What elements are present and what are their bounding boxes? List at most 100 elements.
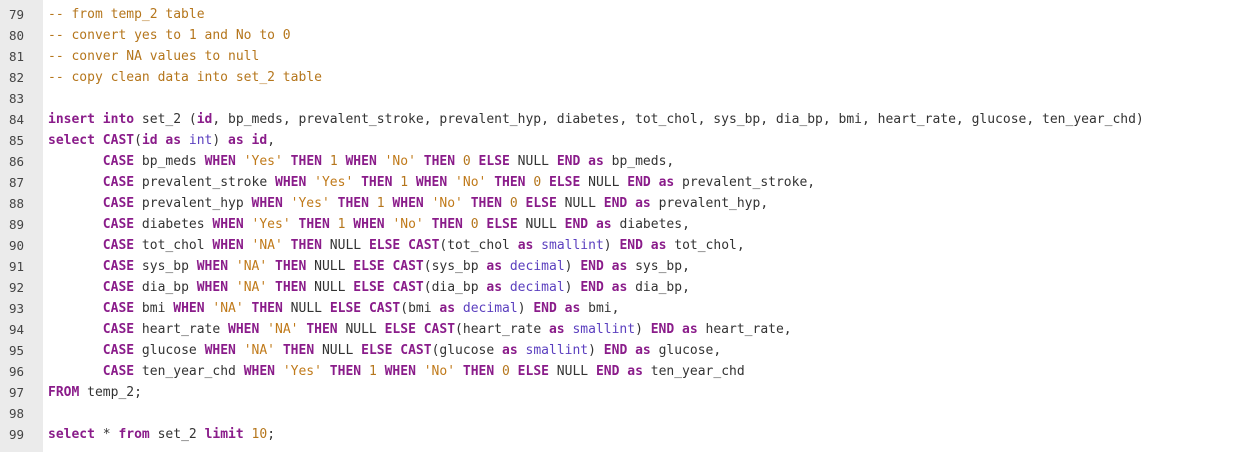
code-token-plain: NULL bbox=[314, 343, 362, 358]
code-line[interactable]: -- conver NA values to null bbox=[48, 46, 1237, 67]
line-number: 98 bbox=[9, 406, 25, 421]
line-number: 94 bbox=[9, 322, 25, 337]
line-number: 88 bbox=[9, 196, 25, 211]
code-line[interactable]: CASE glucose WHEN 'NA' THEN NULL ELSE CA… bbox=[48, 340, 1237, 361]
code-token-plain: bp_meds, bbox=[603, 154, 675, 169]
code-line[interactable]: CASE ten_year_chd WHEN 'Yes' THEN 1 WHEN… bbox=[48, 361, 1237, 382]
code-token-type: smallint bbox=[541, 238, 604, 253]
code-token-keyword: insert bbox=[48, 112, 95, 127]
code-token-keyword: THEN bbox=[251, 301, 283, 316]
code-line[interactable]: -- from temp_2 table bbox=[48, 4, 1237, 25]
code-line[interactable]: insert into set_2 (id, bp_meds, prevalen… bbox=[48, 109, 1237, 130]
code-line[interactable]: -- convert yes to 1 and No to 0 bbox=[48, 25, 1237, 46]
code-token-keyword: into bbox=[102, 112, 135, 127]
code-token-plain: NULL bbox=[580, 175, 628, 190]
code-token-keyword: WHEN bbox=[212, 238, 244, 253]
code-line[interactable] bbox=[48, 403, 1237, 424]
line-number: 97 bbox=[9, 385, 25, 400]
code-line[interactable]: CASE heart_rate WHEN 'NA' THEN NULL ELSE… bbox=[48, 319, 1237, 340]
code-token-comment: -- convert yes to 1 and No to 0 bbox=[48, 28, 291, 43]
code-token-plain: tot_chol bbox=[134, 238, 213, 253]
code-line[interactable]: -- copy clean data into set_2 table bbox=[48, 67, 1237, 88]
line-number-gutter: 79 80 81 82 83 84 85 86 87 88 89 90 91 92 93 94 95 96 97 98… bbox=[0, 0, 43, 452]
code-line[interactable]: FROM temp_2; bbox=[48, 382, 1237, 403]
code-token-keyword: END bbox=[580, 280, 604, 295]
code-line[interactable]: CASE bmi WHEN 'NA' THEN NULL ELSE CAST(b… bbox=[48, 298, 1237, 319]
code-token-string: 'NA' bbox=[235, 259, 268, 274]
code-token-comment: -- copy clean data into set_2 table bbox=[48, 70, 322, 85]
code-token-keyword: ELSE bbox=[361, 343, 393, 358]
code-token-type: decimal bbox=[509, 280, 565, 295]
line-number: 89 bbox=[9, 217, 25, 232]
code-line[interactable]: CASE sys_bp WHEN 'NA' THEN NULL ELSE CAS… bbox=[48, 256, 1237, 277]
code-token-keyword: THEN bbox=[329, 364, 362, 379]
code-token-keyword: as bbox=[611, 280, 628, 295]
code-token-string: 'NA' bbox=[251, 238, 283, 253]
code-line[interactable]: select CAST(id as int) as id, bbox=[48, 130, 1237, 151]
code-token-keyword: ELSE bbox=[517, 364, 549, 379]
code-token-keyword: END bbox=[619, 238, 643, 253]
code-token-plain: tot_chol, bbox=[666, 238, 745, 253]
code-token-keyword: WHEN bbox=[228, 322, 260, 337]
code-token-plain: ten_year_chd bbox=[134, 364, 244, 379]
code-line[interactable]: CASE dia_bp WHEN 'NA' THEN NULL ELSE CAS… bbox=[48, 277, 1237, 298]
code-token-number: 0 bbox=[502, 364, 510, 379]
code-token-keyword: select bbox=[48, 427, 95, 442]
code-line[interactable] bbox=[48, 88, 1237, 109]
code-token-func: CAST bbox=[423, 322, 456, 337]
code-token-comment: -- from temp_2 table bbox=[48, 7, 205, 22]
code-editor[interactable]: 79 80 81 82 83 84 85 86 87 88 89 90 91 92 93 94 95 96 97 98… bbox=[0, 0, 1237, 452]
code-token-number: 1 bbox=[376, 196, 385, 211]
line-number: 83 bbox=[9, 91, 25, 106]
code-token-plain: prevalent_stroke, bbox=[674, 175, 816, 190]
code-token-plain: bmi, bbox=[580, 301, 620, 316]
code-token-plain: ; bbox=[267, 427, 276, 442]
code-token-keyword: as bbox=[486, 259, 503, 274]
code-token-keyword: from bbox=[118, 427, 150, 442]
code-area[interactable]: -- from temp_2 table -- convert yes to 1 … bbox=[43, 0, 1237, 452]
code-token-keyword: as bbox=[595, 217, 612, 232]
code-token-keyword: THEN bbox=[361, 175, 393, 190]
code-token-keyword: CASE bbox=[102, 301, 135, 316]
code-token-keyword: as bbox=[165, 133, 182, 148]
code-token-number: 1 bbox=[368, 364, 377, 379]
code-token-plain: bp_meds bbox=[134, 154, 205, 169]
line-number: 84 bbox=[9, 112, 25, 127]
code-line[interactable]: CASE prevalent_stroke WHEN 'Yes' THEN 1 … bbox=[48, 172, 1237, 193]
code-token-type: decimal bbox=[462, 301, 518, 316]
code-token-string: 'NA' bbox=[243, 343, 276, 358]
code-token-keyword: THEN bbox=[306, 322, 338, 337]
code-line[interactable]: CASE prevalent_hyp WHEN 'Yes' THEN 1 WHE… bbox=[48, 193, 1237, 214]
code-token-keyword: CASE bbox=[102, 175, 135, 190]
code-token-number: 0 bbox=[509, 196, 518, 211]
code-token-plain: (glucose bbox=[431, 343, 503, 358]
code-token-string: 'No' bbox=[392, 217, 424, 232]
code-line[interactable]: select * from set_2 limit 10; bbox=[48, 424, 1237, 445]
code-token-keyword: CASE bbox=[102, 196, 135, 211]
code-token-keyword: THEN bbox=[282, 343, 315, 358]
code-line[interactable]: CASE diabetes WHEN 'Yes' THEN 1 WHEN 'No… bbox=[48, 214, 1237, 235]
code-token-keyword: THEN bbox=[494, 175, 526, 190]
code-line[interactable]: CASE bp_meds WHEN 'Yes' THEN 1 WHEN 'No'… bbox=[48, 151, 1237, 172]
code-token-number: 10 bbox=[251, 427, 268, 442]
code-line[interactable]: CASE tot_chol WHEN 'NA' THEN NULL ELSE C… bbox=[48, 235, 1237, 256]
